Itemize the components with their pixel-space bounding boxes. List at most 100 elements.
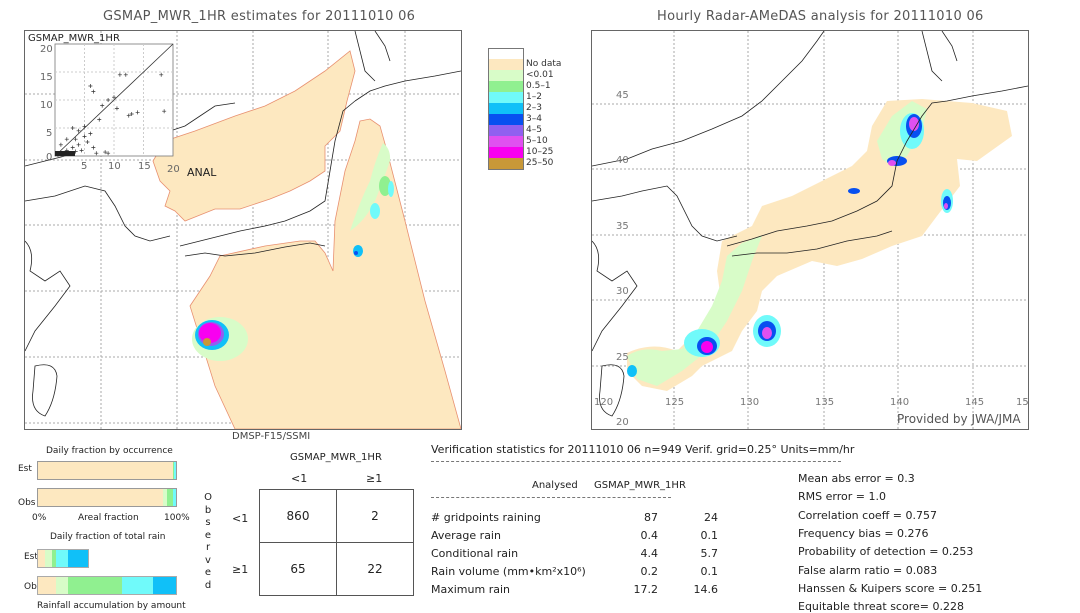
score-line: Hanssen & Kuipers score = 0.251	[798, 581, 983, 595]
legend-swatch	[488, 158, 524, 170]
contingency-col-header: GSMAP_MWR_1HR	[290, 452, 382, 463]
lon-tick: 135	[815, 397, 835, 408]
occurrence-label-est: Est	[18, 464, 32, 474]
total-rain-bar-obs	[37, 576, 177, 595]
radar-map-title: Hourly Radar-AMeDAS analysis for 2011101…	[657, 9, 984, 24]
score-line: Equitable threat score= 0.228	[798, 600, 964, 613]
bar-segment	[55, 550, 68, 567]
bar-segment	[122, 577, 153, 594]
inset-title: GSMAP_MWR_1HR	[28, 33, 120, 44]
occurrence-label-obs: Obs	[18, 498, 36, 508]
total-rain-bar-est	[37, 549, 89, 568]
stats-value-est: 0.1	[700, 565, 719, 578]
inset-ytick: 5	[46, 128, 53, 139]
inset-xlabel: ANAL	[187, 166, 217, 179]
legend-label: <0.01	[526, 70, 554, 80]
inset-ytick: 10	[40, 100, 53, 111]
bar-segment	[173, 462, 176, 479]
gsmap-map: GSMAP_MWR_1HR 20 15 10 5 0 5 10 15 20 AN…	[24, 30, 462, 430]
bar-segment	[38, 550, 46, 567]
occurrence-bar-est	[37, 461, 177, 480]
lat-tick: 45	[616, 90, 629, 101]
stats-row-label: Average rain	[431, 529, 501, 542]
legend-label: 25–50	[526, 158, 554, 168]
legend-swatch	[488, 81, 524, 92]
total-rain-xlabel: Rainfall accumulation by amount	[37, 601, 186, 611]
stats-header: Verification statistics for 20111010 06 …	[431, 443, 855, 456]
contingency-row-label: <1	[232, 512, 249, 525]
inset-xtick: 20	[167, 164, 180, 175]
lat-tick: 25	[616, 352, 629, 363]
inset-ytick: 0	[46, 152, 53, 163]
legend-label: 0.5–1	[526, 81, 551, 91]
score-line: False alarm ratio = 0.083	[798, 563, 938, 577]
lon-tick: 120	[594, 397, 614, 408]
bar-segment	[38, 577, 56, 594]
satellite-label: DMSP-F15/SSMI	[232, 431, 311, 442]
lon-tick: 125	[665, 397, 685, 408]
occurrence-xtick-left: 0%	[32, 513, 47, 523]
stats-value-est: 5.7	[700, 547, 719, 560]
stats-value-est: 14.6	[693, 583, 719, 596]
radar-map: 45 40 35 30 25 20 120 125 130 135 140 14…	[591, 30, 1029, 430]
stats-row-label: Rain volume (mm•km²x10⁶)	[431, 565, 586, 578]
lat-tick: 20	[616, 417, 629, 428]
legend-label: 1–2	[526, 92, 542, 102]
contingency-cell: 2	[336, 489, 414, 543]
contingency-cell: 860	[259, 489, 337, 543]
contingency-table: 860 2 65 22	[259, 489, 414, 596]
stats-value-est: 0.1	[700, 529, 719, 542]
stats-row-label: Conditional rain	[431, 547, 519, 560]
inset-scatter-plot	[54, 43, 174, 157]
inset-xtick: 15	[138, 161, 151, 172]
inset-ytick: 20	[40, 44, 53, 55]
stats-row-label: # gridpoints raining	[431, 511, 541, 524]
legend-swatch	[488, 70, 524, 81]
score-line: Frequency bias = 0.276	[798, 526, 929, 540]
legend-swatch	[488, 147, 524, 158]
legend-swatch	[488, 103, 524, 114]
gsmap-map-canvas	[25, 31, 461, 429]
data-credit: Provided by JWA/JMA	[897, 412, 1021, 426]
bar-segment	[38, 489, 163, 506]
legend-label: 10–25	[526, 147, 554, 157]
stats-row-label: Maximum rain	[431, 583, 510, 596]
lat-tick: 40	[616, 155, 629, 166]
swath-area	[152, 50, 356, 222]
legend-label: 2–3	[526, 103, 542, 113]
inset-ytick: 15	[40, 72, 53, 83]
legend-swatch	[488, 114, 524, 125]
bar-segment	[67, 550, 88, 567]
contingency-cell: 22	[336, 542, 414, 596]
legend-label: 3–4	[526, 114, 542, 124]
contingency-col-label: <1	[291, 472, 308, 485]
contingency-row-label: ≥1	[232, 563, 249, 576]
contingency-row-header: Observed	[204, 492, 212, 591]
lon-tick: 145	[965, 397, 985, 408]
legend-label: No data	[526, 59, 562, 69]
contingency-cell: 65	[259, 542, 337, 596]
lon-tick: 130	[740, 397, 760, 408]
stats-divider	[431, 461, 841, 462]
inset-xtick: 10	[108, 161, 121, 172]
total-rain-title: Daily fraction of total rain	[50, 532, 166, 542]
bar-segment	[152, 577, 176, 594]
bar-segment	[68, 577, 123, 594]
legend-swatch	[488, 92, 524, 103]
total-rain-label-est: Est	[24, 552, 38, 562]
occurrence-xtick-right: 100%	[164, 513, 190, 523]
contingency-col-label: ≥1	[366, 472, 383, 485]
occurrence-title: Daily fraction by occurrence	[46, 446, 173, 456]
score-line: RMS error = 1.0	[798, 490, 886, 504]
stats-divider	[431, 497, 671, 498]
lon-tick: 140	[890, 397, 910, 408]
radar-map-canvas	[592, 31, 1028, 429]
bar-segment	[55, 577, 69, 594]
bar-segment	[38, 462, 173, 479]
lat-tick: 35	[616, 221, 629, 232]
legend-swatch	[488, 59, 524, 70]
inset-xtick: 5	[81, 161, 88, 172]
occurrence-xlabel: Areal fraction	[78, 513, 139, 523]
score-line: Probability of detection = 0.253	[798, 545, 974, 559]
color-legend: No data <0.01 0.5–1 1–2 2–3 3–4 4–5 5–10 10–25 25…	[488, 48, 568, 188]
